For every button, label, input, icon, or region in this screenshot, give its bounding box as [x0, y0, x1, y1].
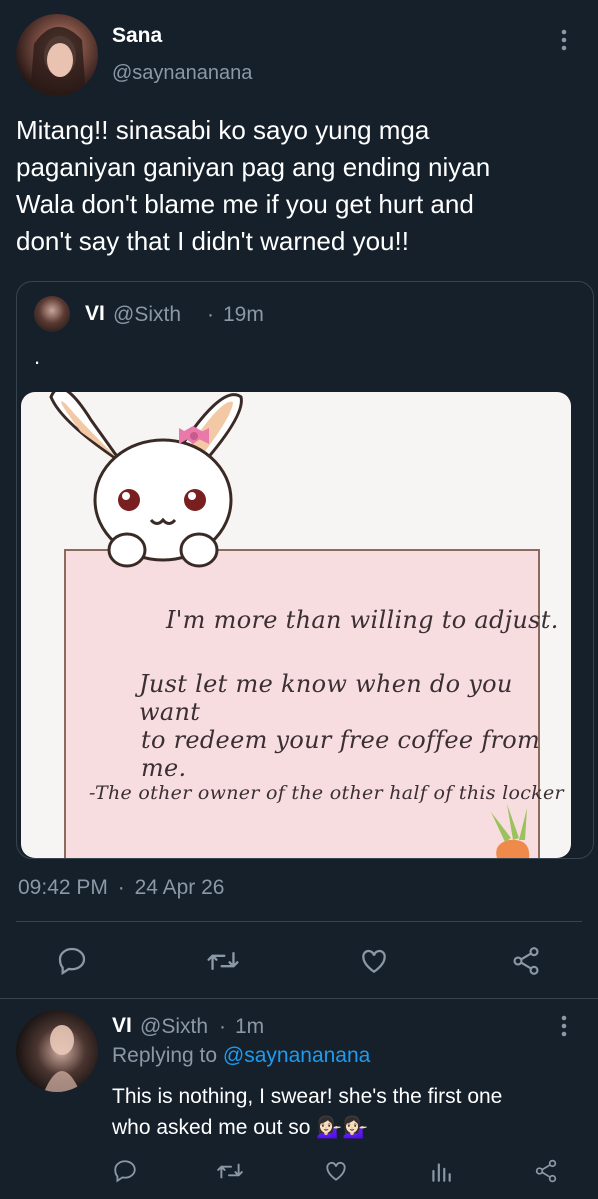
replying-to: Replying to @saynananana: [112, 1044, 370, 1068]
note-line: I'm more than willing to adjust.: [166, 606, 559, 634]
tweet-text-line: paganiyan ganiyan pag ang ending niyan: [16, 152, 491, 182]
author-name[interactable]: Sana: [112, 24, 162, 48]
tweet-date: 24 Apr 26: [134, 876, 225, 899]
author-avatar[interactable]: [16, 14, 98, 96]
quoted-tweet[interactable]: VI @Sixth · 19m . I'm more than willing …: [16, 281, 594, 859]
share-icon[interactable]: [533, 1158, 559, 1184]
replying-to-link[interactable]: @saynananana: [223, 1044, 370, 1067]
quoted-avatar: [34, 296, 70, 332]
reply-icon[interactable]: [112, 1158, 138, 1184]
note-line: to redeem your free coffee from me.: [141, 726, 541, 782]
tweet-timestamp: 09:42 PM · 24 Apr 26: [18, 876, 224, 900]
reply-text-line: This is nothing, I swear! she's the firs…: [112, 1085, 503, 1108]
reply-text: This is nothing, I swear! she's the firs…: [112, 1081, 592, 1143]
note-line: Just let me know when do you want: [139, 670, 513, 726]
note-line: -The other owner of the other half of th…: [89, 782, 564, 804]
reply-text-line: who asked me out so 💁🏻‍♀️💁🏻‍♀️: [112, 1116, 369, 1139]
quoted-separator: ·: [207, 303, 214, 326]
quoted-text: .: [34, 344, 41, 369]
quoted-time: 19m: [223, 303, 264, 326]
quoted-image[interactable]: I'm more than willing to adjust. Just le…: [21, 392, 571, 858]
author-handle[interactable]: @saynananana: [112, 62, 252, 85]
like-icon[interactable]: [358, 945, 390, 977]
more-icon[interactable]: [556, 26, 572, 54]
avatar-image: [30, 26, 86, 96]
tweet-text-line: Mitang!! sinasabi ko sayo yung mga: [16, 115, 430, 145]
quoted-name: VI: [85, 302, 105, 325]
retweet-icon[interactable]: [206, 945, 240, 977]
share-icon[interactable]: [510, 945, 542, 977]
tweet-text-line: Wala don't blame me if you get hurt and: [16, 189, 474, 219]
reply-time: 1m: [235, 1015, 265, 1038]
quoted-handle: @Sixth: [113, 303, 182, 326]
reply-separator: ·: [219, 1015, 226, 1038]
retweet-icon[interactable]: [216, 1158, 244, 1184]
divider: [0, 998, 598, 999]
reply-avatar[interactable]: [16, 1010, 98, 1092]
reply-icon[interactable]: [56, 945, 88, 977]
tweet-text: Mitang!! sinasabi ko sayo yung mga pagan…: [16, 112, 586, 260]
analytics-icon[interactable]: [428, 1158, 454, 1184]
divider: [16, 921, 582, 922]
tweet-text-line: don't say that I didn't warned you!!: [16, 226, 409, 256]
reply-handle[interactable]: @Sixth: [140, 1015, 208, 1039]
more-icon[interactable]: [556, 1012, 572, 1040]
like-icon[interactable]: [323, 1158, 349, 1184]
reply-avatar-image: [44, 1025, 80, 1092]
timestamp-separator: ·: [117, 876, 125, 899]
reply-name[interactable]: VI: [112, 1014, 132, 1038]
tweet-time: 09:42 PM: [18, 876, 108, 899]
replying-prefix: Replying to: [112, 1044, 223, 1067]
